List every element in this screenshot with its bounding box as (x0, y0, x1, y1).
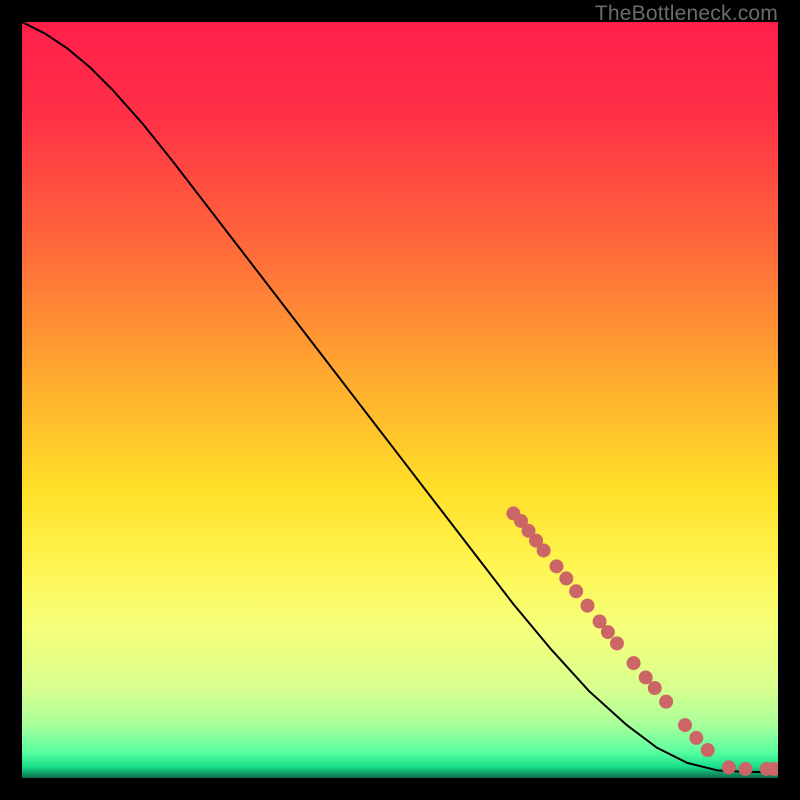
data-marker (701, 743, 715, 757)
data-marker (689, 731, 703, 745)
data-marker (627, 656, 641, 670)
bottleneck-chart (22, 22, 778, 778)
chart-frame (22, 22, 778, 778)
data-marker (639, 670, 653, 684)
data-marker (559, 571, 573, 585)
data-marker (549, 559, 563, 573)
data-marker (610, 636, 624, 650)
data-marker (569, 584, 583, 598)
data-marker (738, 762, 752, 776)
data-marker (537, 543, 551, 557)
data-marker (580, 599, 594, 613)
gradient-background (22, 22, 778, 778)
data-marker (601, 625, 615, 639)
data-marker (678, 718, 692, 732)
data-marker (659, 695, 673, 709)
data-marker (648, 681, 662, 695)
data-marker (722, 760, 736, 774)
